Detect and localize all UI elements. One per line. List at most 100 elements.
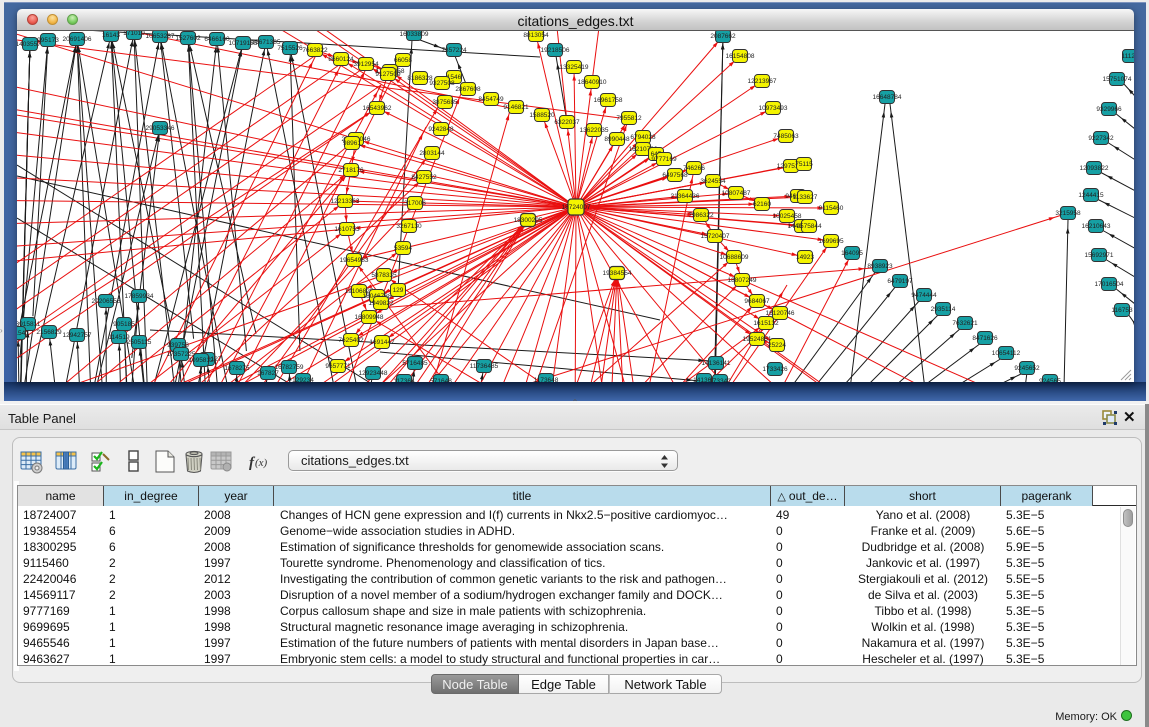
svg-text:9227342: 9227342: [1088, 135, 1114, 142]
svg-text:16154808: 16154808: [726, 53, 755, 60]
svg-text:9575844: 9575844: [796, 223, 822, 230]
svg-text:167827: 167827: [257, 370, 279, 377]
svg-text:2935114: 2935114: [931, 306, 956, 313]
svg-text:29053346: 29053346: [146, 125, 175, 132]
svg-text:6794028: 6794028: [630, 134, 656, 141]
svg-text:5878335: 5878335: [371, 272, 397, 279]
svg-text:9474444: 9474444: [911, 292, 937, 299]
svg-text:19654983: 19654983: [340, 257, 369, 264]
svg-text:1610753: 1610753: [334, 226, 360, 233]
svg-text:1588520: 1588520: [529, 112, 555, 119]
svg-text:905185: 905185: [113, 321, 135, 328]
svg-text:11736485: 11736485: [470, 363, 499, 370]
svg-text:8454749: 8454749: [478, 96, 504, 103]
svg-text:10025458: 10025458: [773, 213, 802, 220]
svg-text:1244415: 1244415: [1078, 192, 1104, 199]
svg-text:9684067: 9684067: [744, 298, 770, 305]
svg-text:12923448: 12923448: [359, 370, 388, 377]
svg-text:(x): (x): [255, 457, 268, 469]
svg-text:571648: 571648: [430, 378, 452, 382]
svg-text:21364436: 21364436: [671, 193, 700, 200]
svg-text:6479197: 6479197: [887, 278, 913, 285]
svg-text:1733426: 1733426: [762, 366, 788, 373]
svg-text:1133627: 1133627: [793, 194, 818, 201]
svg-text:16961758: 16961758: [594, 97, 623, 104]
svg-text:2505115: 2505115: [127, 339, 152, 346]
svg-text:2867608: 2867608: [455, 86, 481, 93]
svg-text:1527602: 1527602: [175, 35, 201, 42]
svg-text:9777169: 9777169: [651, 156, 677, 163]
svg-text:991541: 991541: [17, 330, 29, 337]
svg-text:11126: 11126: [1121, 53, 1134, 60]
svg-text:6322037: 6322037: [554, 119, 580, 126]
svg-text:66058: 66058: [394, 57, 412, 64]
svg-text:9115460: 9115460: [819, 205, 844, 212]
svg-text:117364: 117364: [393, 378, 415, 382]
svg-text:1095812: 1095812: [188, 357, 214, 364]
svg-text:10653287: 10653287: [146, 33, 175, 40]
svg-text:3267130: 3267130: [396, 223, 422, 230]
svg-text:3215958: 3215958: [1055, 210, 1081, 217]
svg-text:17016504: 17016504: [1095, 281, 1124, 288]
svg-text:1615132: 1615132: [753, 320, 779, 327]
svg-text:12942757: 12942757: [63, 332, 92, 339]
svg-text:18640910: 18640910: [578, 79, 607, 86]
svg-text:7357224: 7357224: [441, 47, 467, 54]
svg-text:1699695: 1699695: [818, 238, 844, 245]
svg-text:53594: 53594: [394, 245, 412, 252]
svg-text:2718176: 2718176: [338, 167, 364, 174]
svg-text:317006: 317006: [404, 200, 426, 207]
svg-text:98961: 98961: [343, 140, 361, 147]
svg-text:8660124: 8660124: [328, 56, 354, 63]
svg-text:16648784: 16648784: [873, 94, 902, 101]
svg-text:2087662: 2087662: [710, 33, 736, 40]
svg-text:12213363: 12213363: [331, 198, 360, 205]
svg-text:14136141: 14136141: [702, 360, 731, 367]
svg-text:10807487: 10807487: [722, 190, 751, 197]
svg-text:7955812: 7955812: [616, 115, 642, 122]
svg-text:2156829: 2156829: [36, 329, 62, 336]
svg-text:20206556: 20206556: [92, 298, 121, 305]
svg-text:8427552: 8427552: [411, 174, 437, 181]
svg-text:7663822: 7663822: [302, 47, 328, 54]
svg-text:19218506: 19218506: [541, 47, 570, 54]
svg-text:20691406: 20691406: [63, 36, 92, 43]
svg-text:1173648: 1173648: [534, 377, 559, 382]
svg-text:25224: 25224: [768, 342, 786, 349]
svg-text:1949822: 1949822: [368, 300, 394, 307]
svg-text:9657771: 9657771: [325, 363, 351, 370]
svg-text:3912954: 3912954: [353, 61, 379, 68]
svg-text:8813054: 8813054: [523, 32, 549, 39]
svg-text:12093822: 12093822: [1080, 165, 1109, 172]
svg-text:164095: 164095: [841, 250, 863, 257]
svg-text:8938923: 8938923: [867, 263, 893, 270]
svg-text:14923: 14923: [796, 254, 814, 261]
svg-text:2803144: 2803144: [419, 150, 445, 157]
svg-text:171019: 171019: [123, 31, 145, 37]
svg-text:1678275: 1678275: [224, 365, 250, 372]
svg-text:7625402: 7625402: [338, 337, 364, 344]
svg-text:62160: 62160: [753, 201, 771, 208]
svg-text:18300295: 18300295: [514, 217, 543, 224]
svg-text:16210643: 16210643: [1082, 223, 1111, 230]
svg-text:17859934: 17859934: [125, 293, 154, 300]
svg-text:16782759: 16782759: [275, 364, 304, 371]
svg-text:16143: 16143: [102, 32, 120, 39]
svg-text:16809948: 16809948: [355, 314, 384, 321]
svg-text:7986322: 7986322: [688, 212, 714, 219]
svg-text:9146821: 9146821: [503, 104, 529, 111]
svg-text:746266: 746266: [683, 165, 705, 172]
svg-text:7485063: 7485063: [773, 133, 799, 140]
svg-text:7515526: 7515526: [277, 45, 303, 52]
svg-text:9127509: 9127509: [375, 71, 401, 78]
svg-text:6497568: 6497568: [662, 172, 688, 179]
svg-text:16120746: 16120746: [766, 310, 795, 317]
svg-text:19384554: 19384554: [603, 270, 632, 277]
svg-text:13622035: 13622035: [580, 127, 609, 134]
svg-text:10973493: 10973493: [759, 105, 788, 112]
svg-text:18807249: 18807249: [728, 277, 757, 284]
svg-text:75115: 75115: [795, 161, 813, 168]
svg-text:16033809: 16033809: [400, 31, 429, 38]
svg-text:15692971: 15692971: [1085, 252, 1114, 259]
svg-text:9329966: 9329966: [1096, 106, 1122, 113]
